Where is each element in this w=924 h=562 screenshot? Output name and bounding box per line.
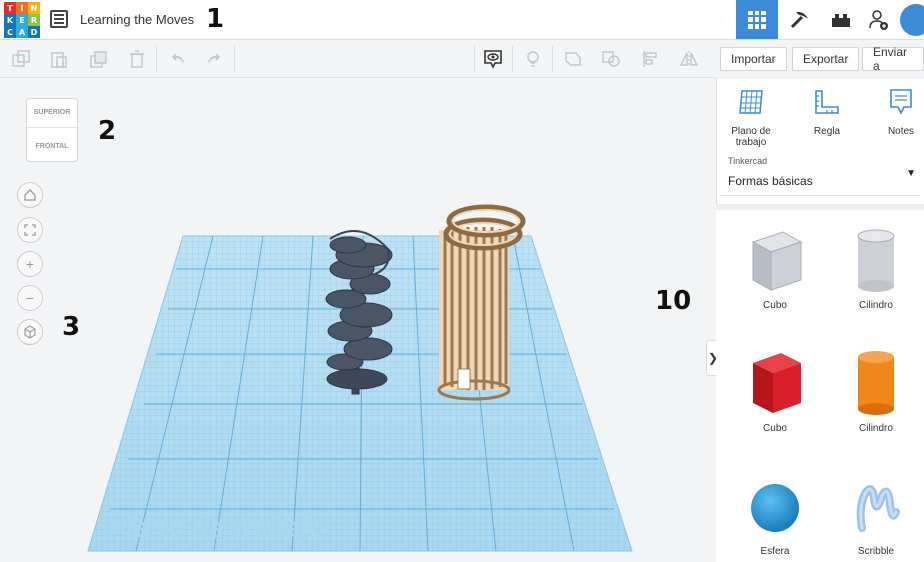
ruler-tool-label: Regla bbox=[813, 126, 841, 137]
design-title[interactable]: Learning the Moves bbox=[80, 12, 194, 27]
box-hole-icon bbox=[751, 231, 803, 291]
undo-icon[interactable] bbox=[166, 48, 188, 70]
annotation-2: 2 bbox=[98, 116, 117, 146]
cylinder-icon bbox=[858, 351, 894, 415]
edit-toolbar bbox=[0, 40, 716, 78]
view-cube[interactable]: SUPERIOR FRONTAL bbox=[26, 98, 78, 162]
group-icon[interactable] bbox=[562, 48, 584, 70]
workplane-tool-label: Plano de trabajo bbox=[731, 126, 771, 148]
user-avatar[interactable] bbox=[900, 4, 924, 36]
shape-scribble[interactable]: Scribble bbox=[836, 476, 916, 557]
sphere-icon bbox=[751, 484, 799, 532]
workplane-label: Plano de trabajo bbox=[108, 512, 326, 543]
shape-cylinder-gray[interactable]: Cilindro bbox=[836, 224, 916, 311]
add-user-icon bbox=[869, 9, 888, 30]
shape-library-dropdown[interactable]: Tinkercad Formas básicas ▼ bbox=[720, 150, 920, 196]
annotation-3: 3 bbox=[62, 312, 81, 342]
shape-label: Cilindro bbox=[859, 423, 893, 434]
paste-icon[interactable] bbox=[48, 48, 70, 70]
align-icon[interactable] bbox=[640, 48, 662, 70]
shape-label: Cubo bbox=[763, 300, 787, 311]
shape-label: Scribble bbox=[857, 546, 895, 557]
perspective-toggle-button[interactable] bbox=[17, 319, 43, 345]
fit-icon bbox=[24, 224, 36, 236]
duplicate-icon[interactable] bbox=[88, 48, 110, 70]
redo-icon[interactable] bbox=[204, 48, 226, 70]
shape-box-gray[interactable]: Cubo bbox=[735, 224, 815, 311]
add-user-button[interactable] bbox=[858, 0, 900, 39]
import-button[interactable]: Importar bbox=[720, 47, 787, 71]
ruler-icon bbox=[815, 90, 839, 114]
workplane-grid-icon bbox=[739, 90, 763, 114]
plus-icon: + bbox=[25, 256, 35, 272]
library-selected: Formas básicas bbox=[728, 174, 813, 188]
ungroup-icon[interactable] bbox=[600, 48, 622, 70]
tinkercad-logo[interactable]: T I N K E R C A D bbox=[4, 2, 40, 38]
cylinder-hole-icon bbox=[857, 229, 895, 292]
lightbulb-icon[interactable] bbox=[522, 48, 544, 70]
mirror-icon[interactable] bbox=[678, 48, 700, 70]
notes-visibility-icon[interactable] bbox=[482, 48, 504, 70]
zoom-out-button[interactable]: − bbox=[17, 285, 43, 311]
shape-label: Cilindro bbox=[859, 300, 893, 311]
shape-sphere[interactable]: Esfera bbox=[735, 476, 815, 557]
pickaxe-icon bbox=[790, 11, 808, 28]
design-list-icon[interactable] bbox=[50, 10, 68, 28]
grid-icon bbox=[748, 10, 766, 29]
library-provider: Tinkercad bbox=[728, 156, 768, 166]
export-button[interactable]: Exportar bbox=[792, 47, 860, 71]
send-to-button[interactable]: Enviar a bbox=[862, 45, 924, 73]
fit-view-button[interactable] bbox=[17, 217, 43, 243]
note-icon bbox=[890, 89, 912, 115]
toolbar-divider bbox=[552, 46, 553, 72]
toolbar-divider bbox=[156, 46, 157, 72]
grid-view-button[interactable] bbox=[736, 0, 778, 39]
cube-perspective-icon bbox=[24, 325, 36, 339]
view-cube-front[interactable]: FRONTAL bbox=[27, 143, 77, 150]
annotation-10: 10 bbox=[655, 286, 692, 316]
brick-icon bbox=[832, 13, 850, 27]
toolbar-divider bbox=[234, 46, 235, 72]
top-header: T I N K E R C A D Learning the Moves 1 bbox=[0, 0, 924, 40]
minus-icon: − bbox=[25, 290, 35, 306]
notes-tool[interactable]: Notes bbox=[867, 87, 924, 137]
workplane-tool[interactable]: Plano de trabajo bbox=[717, 87, 785, 148]
home-icon bbox=[24, 189, 36, 201]
home-view-button[interactable] bbox=[17, 182, 43, 208]
box-icon bbox=[753, 353, 801, 413]
notes-tool-label: Notes bbox=[887, 126, 915, 137]
toolbar-divider bbox=[474, 46, 475, 72]
view-cube-edge bbox=[27, 127, 77, 128]
workplane-scene[interactable]: Plano de trabajo bbox=[0, 79, 716, 562]
scribble-icon bbox=[856, 485, 900, 532]
pickaxe-view-button[interactable] bbox=[778, 0, 820, 39]
view-cube-top[interactable]: SUPERIOR bbox=[27, 109, 77, 116]
caret-down-icon: ▼ bbox=[906, 168, 916, 179]
shape-label: Cubo bbox=[763, 423, 787, 434]
bricks-view-button[interactable] bbox=[820, 0, 862, 39]
shape-cylinder-orange[interactable]: Cilindro bbox=[836, 347, 916, 434]
delete-icon[interactable] bbox=[126, 48, 148, 70]
copy-icon[interactable] bbox=[10, 48, 32, 70]
ruler-tool[interactable]: Regla bbox=[793, 87, 861, 137]
zoom-in-button[interactable]: + bbox=[17, 251, 43, 277]
shape-label: Esfera bbox=[760, 546, 790, 557]
toolbar-divider bbox=[512, 46, 513, 72]
shape-box-red[interactable]: Cubo bbox=[735, 347, 815, 434]
annotation-1: 1 bbox=[206, 4, 225, 34]
